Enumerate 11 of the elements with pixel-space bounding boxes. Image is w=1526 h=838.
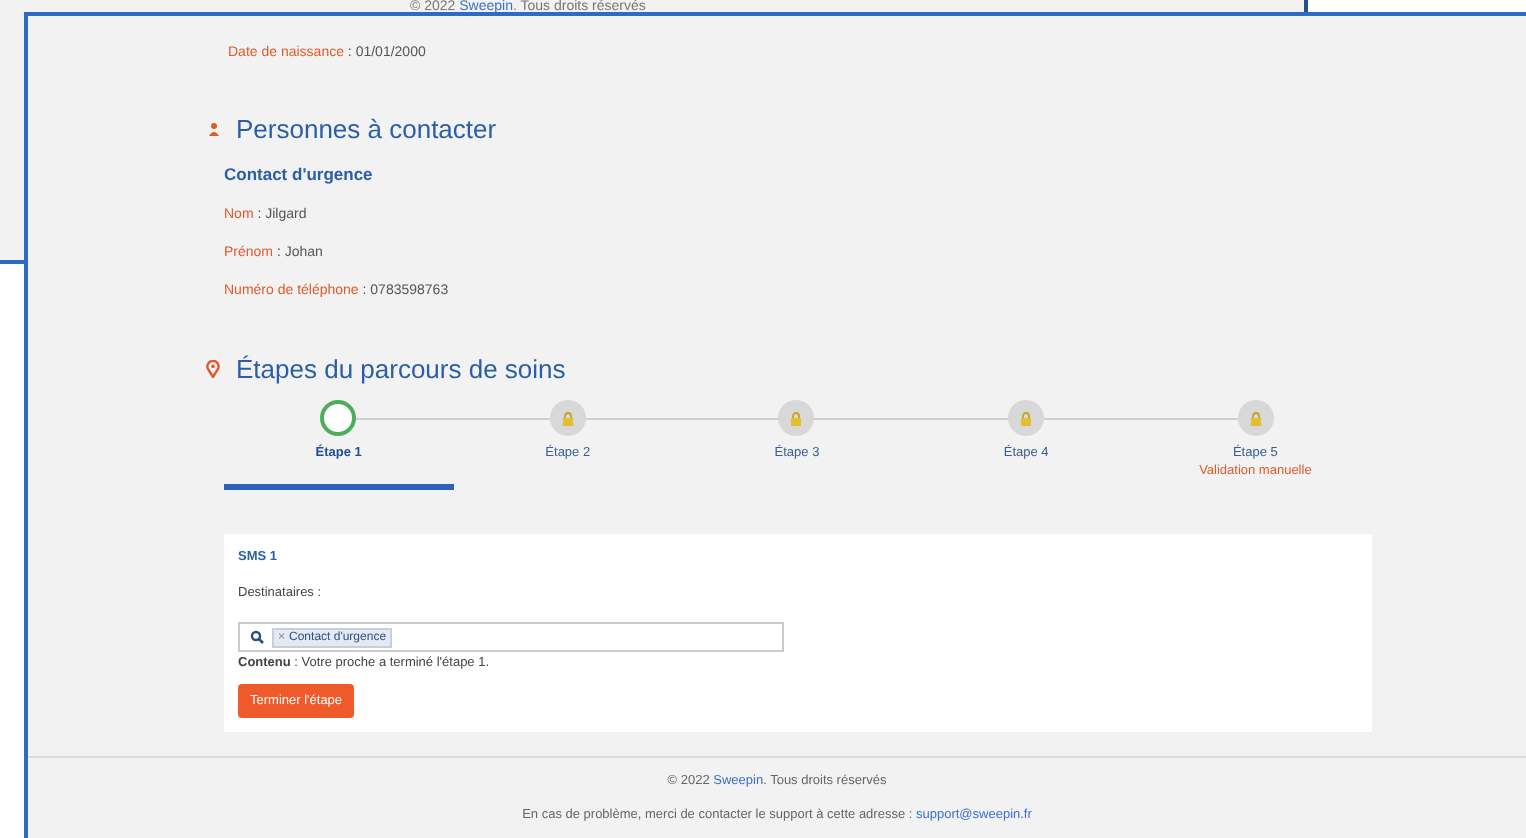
lock-icon [1249,411,1262,425]
lock-icon [1020,411,1033,425]
lock-icon [561,411,574,425]
step-circle [320,400,357,436]
person-icon [208,122,220,136]
search-icon [250,630,264,644]
map-pin-icon [206,360,220,378]
subsection-heading: Contact d'urgence [224,164,375,184]
lock-icon [790,411,803,425]
section-heading: Personnes à contacter [236,114,497,144]
section-heading: Étapes du parcours de soins [236,354,566,384]
